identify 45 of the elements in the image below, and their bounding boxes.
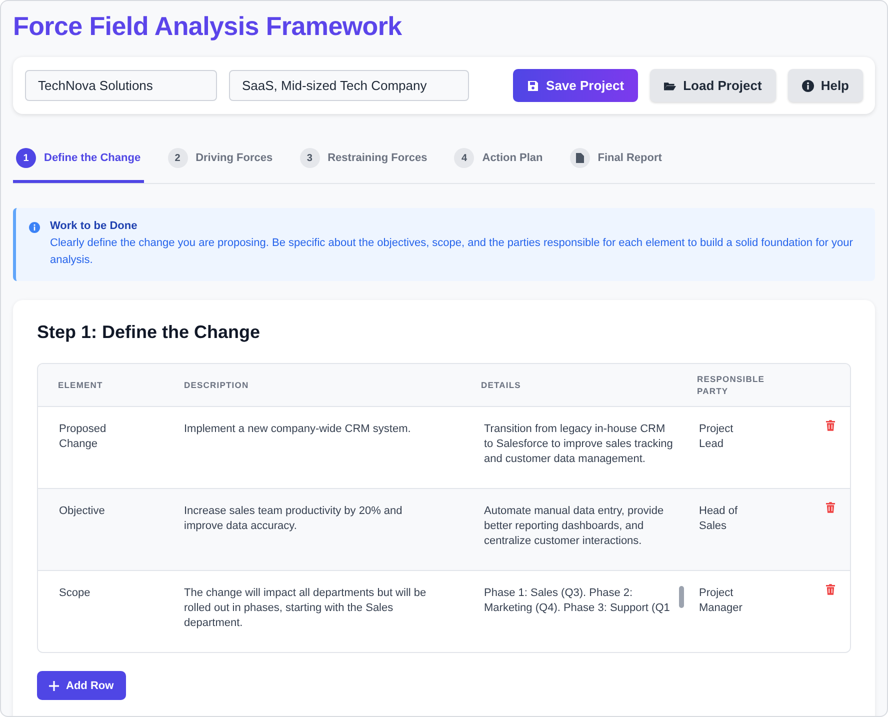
trash-icon[interactable] — [826, 502, 835, 513]
plus-icon — [49, 680, 59, 690]
step-tab[interactable]: 4 Action Plan — [451, 138, 546, 183]
info-icon — [802, 80, 814, 92]
header-button[interactable]: Save Project — [513, 69, 638, 102]
step-number-badge: 3 — [300, 148, 320, 168]
add-row-button[interactable]: Add Row — [37, 671, 126, 700]
trash-icon[interactable] — [826, 420, 835, 431]
header-button[interactable]: Load Project — [650, 69, 776, 102]
details-textarea[interactable]: Phase 1: Sales (Q3). Phase 2: Marketing (Q4). Phase 3: Support (Q1 — [484, 586, 684, 616]
table-cell[interactable]: Implement a new company-wide CRM system. — [184, 422, 437, 437]
step-heading: Step 1: Define the Change — [37, 322, 262, 343]
column-header: DESCRIPTION — [183, 379, 250, 391]
page-title: Force Field Analysis Framework — [13, 10, 403, 43]
table-cell[interactable]: The change will impact all departments but will be rolled out in phases, starting with the Sales department. — [184, 586, 437, 631]
info-icon — [29, 222, 40, 233]
input-field[interactable]: SaaS, Mid-sized Tech Company — [229, 70, 469, 101]
document-icon — [570, 148, 590, 168]
column-header: RESPONSIBLE PARTY — [697, 373, 766, 397]
column-header: ELEMENT — [57, 379, 104, 391]
table-cell[interactable]: Project Lead — [699, 422, 751, 452]
step-tab[interactable]: 3 Restraining Forces — [296, 138, 430, 183]
step-number-badge: 2 — [168, 148, 188, 168]
table-cell[interactable]: Project Manager — [699, 586, 751, 616]
column-header: DETAILS — [480, 379, 522, 391]
step-tab[interactable]: 1 Define the Change — [13, 138, 144, 183]
table-cell[interactable]: Head of Sales — [699, 504, 751, 534]
table-cell[interactable]: Automate manual data entry, provide better reporting dashboards, and centralize customer interactions. — [484, 504, 677, 549]
scrollbar[interactable] — [679, 586, 684, 608]
table-cell[interactable]: Objective — [59, 504, 124, 519]
save-icon — [527, 80, 540, 92]
notice-text: Clearly define the change you are proposing. Be specific about the objectives, scope, and the parties responsible for each element to build a solid foundation for your analysis. — [50, 236, 854, 268]
step-number-badge: 1 — [16, 148, 36, 168]
folder-icon — [664, 80, 676, 92]
step-number-badge: 4 — [454, 148, 474, 168]
table-cell[interactable]: Increase sales team productivity by 20% and improve data accuracy. — [184, 504, 437, 534]
step-tab[interactable]: 2 Driving Forces — [164, 138, 276, 183]
step-tab[interactable]: Final Report — [566, 138, 665, 183]
table-cell[interactable]: Scope — [59, 586, 124, 601]
header-button[interactable]: Help — [788, 69, 863, 102]
trash-icon[interactable] — [826, 584, 835, 595]
input-field[interactable]: TechNova Solutions — [25, 70, 217, 101]
notice-title: Work to be Done — [50, 220, 138, 232]
table-cell[interactable]: Transition from legacy in-house CRM to Salesforce to improve sales tracking and customer data management. — [484, 422, 677, 467]
table-cell[interactable]: Proposed Change — [59, 422, 124, 452]
